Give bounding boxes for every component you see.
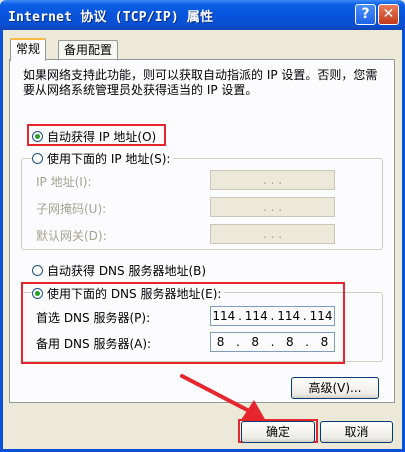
red-arrow xyxy=(180,374,266,421)
tab-general[interactable]: 常规 xyxy=(10,38,47,61)
